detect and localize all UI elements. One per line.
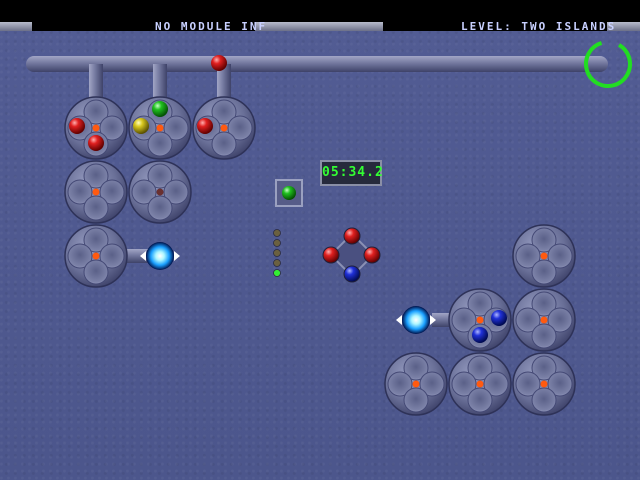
wheel-center-light — [92, 124, 100, 132]
wheel-center-light — [156, 124, 164, 132]
drop-pipe — [153, 64, 167, 98]
wheel-center-light — [540, 252, 548, 260]
wheel-a2[interactable] — [128, 96, 192, 160]
sequence-light — [273, 269, 281, 277]
ball-green — [152, 101, 168, 117]
wheel-r3[interactable] — [512, 288, 576, 352]
teleporter-left[interactable] — [140, 242, 180, 270]
wheel-center-light — [156, 188, 164, 196]
teleporter-icon[interactable] — [146, 242, 174, 270]
wheel-slot — [83, 195, 109, 221]
wheel-center-light — [476, 316, 484, 324]
wheel-center-light — [92, 252, 100, 260]
wheel-center-light — [540, 380, 548, 388]
wheel-c1[interactable] — [64, 224, 128, 288]
wheel-a1[interactable] — [64, 96, 128, 160]
ball-red — [197, 118, 213, 134]
ball-red — [69, 118, 85, 134]
top-pipe — [26, 56, 608, 72]
center-ball-red — [343, 227, 361, 245]
teleporter-arrow-left — [396, 315, 402, 325]
center-ball-red — [322, 246, 340, 264]
ball-yellow — [133, 118, 149, 134]
timer-text: 05:34.2 — [322, 165, 384, 180]
teleporter-icon[interactable] — [402, 306, 430, 334]
sequence-light — [273, 239, 281, 247]
board-graphics — [26, 40, 632, 416]
ball-blue — [472, 327, 488, 343]
game-board: NO MODULE INF LEVEL: TWO ISLANDS 05:34.2 — [0, 0, 640, 480]
wheel-center-light — [476, 380, 484, 388]
teleporter-arrow-right — [174, 251, 180, 261]
wheel-r4[interactable] — [384, 352, 448, 416]
wheel-slot — [531, 323, 557, 349]
wheel-r1[interactable] — [512, 224, 576, 288]
center-ball-red — [363, 246, 381, 264]
wheel-b1[interactable] — [64, 160, 128, 224]
wheel-center-light — [540, 316, 548, 324]
wheel-slot — [531, 259, 557, 285]
teleporter-right[interactable] — [396, 306, 436, 334]
wheel-slot — [467, 387, 493, 413]
wheel-slot — [83, 259, 109, 285]
wheel-center-light — [412, 380, 420, 388]
wheel-slot — [403, 387, 429, 413]
wheel-r5[interactable] — [448, 352, 512, 416]
color-indicator-icon — [282, 186, 296, 200]
sequence-light — [273, 249, 281, 257]
timer-display: 05:34.2 — [320, 160, 384, 186]
ball-blue — [491, 310, 507, 326]
wheel-b2[interactable] — [128, 160, 192, 224]
sequence-light — [273, 259, 281, 267]
drop-pipe — [89, 64, 103, 98]
wheel-r2[interactable] — [448, 288, 512, 352]
pipe-ball — [211, 55, 227, 71]
wheel-slot — [531, 387, 557, 413]
wheel-center-light — [92, 188, 100, 196]
wheel-center-light — [220, 124, 228, 132]
sequence-light — [273, 229, 281, 237]
center-ball-blue — [343, 265, 361, 283]
wheel-slot — [147, 195, 173, 221]
wheel-r6[interactable] — [512, 352, 576, 416]
sequence-lights — [273, 229, 281, 277]
wheel-slot — [147, 131, 173, 157]
ball-red — [88, 135, 104, 151]
wheel-slot — [211, 131, 237, 157]
wheel-a3[interactable] — [192, 96, 256, 160]
